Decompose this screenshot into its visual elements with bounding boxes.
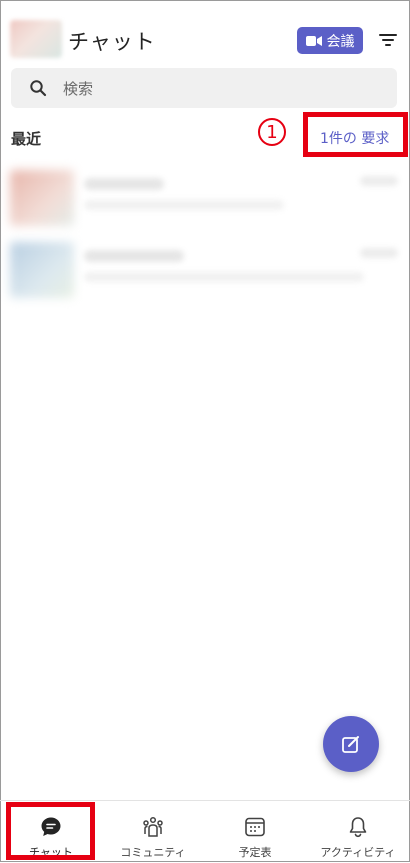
chat-preview-blurred (84, 272, 364, 282)
compose-icon (342, 736, 359, 753)
search-icon (30, 80, 47, 97)
chat-time-blurred (360, 248, 398, 258)
nav-item-community[interactable]: コミュニティ (102, 801, 204, 863)
requests-link[interactable]: 1件の 要求 (320, 128, 389, 148)
annotation-marker: 1 (258, 118, 286, 146)
new-chat-button[interactable] (323, 716, 379, 772)
bell-icon (349, 817, 367, 838)
highlight-box-chat-tab (6, 802, 95, 860)
meet-button[interactable]: 会議 (297, 27, 363, 54)
section-heading-recent: 最近 (11, 130, 42, 148)
search-input[interactable]: 検索 (11, 68, 397, 108)
chat-avatar (10, 170, 74, 226)
nav-label: 予定表 (238, 846, 272, 859)
meet-button-label: 会議 (326, 33, 355, 50)
nav-item-activity[interactable]: アクティビティ (307, 801, 409, 863)
search-placeholder: 検索 (63, 79, 94, 98)
avatar[interactable] (10, 20, 62, 58)
calendar-icon (245, 817, 265, 837)
nav-item-calendar[interactable]: 予定表 (204, 801, 306, 863)
nav-label: アクティビティ (320, 846, 396, 859)
video-camera-icon (305, 35, 322, 46)
community-icon (143, 816, 163, 837)
chat-preview-blurred (84, 200, 284, 210)
filter-icon[interactable] (377, 29, 399, 51)
chat-list-item[interactable] (0, 232, 410, 302)
chat-name-blurred (84, 250, 184, 262)
chat-time-blurred (360, 176, 398, 186)
chat-avatar (10, 242, 74, 298)
chat-name-blurred (84, 178, 164, 190)
page-title: チャット (68, 30, 156, 54)
chat-list-item[interactable] (0, 160, 410, 230)
nav-label: コミュニティ (120, 846, 186, 859)
